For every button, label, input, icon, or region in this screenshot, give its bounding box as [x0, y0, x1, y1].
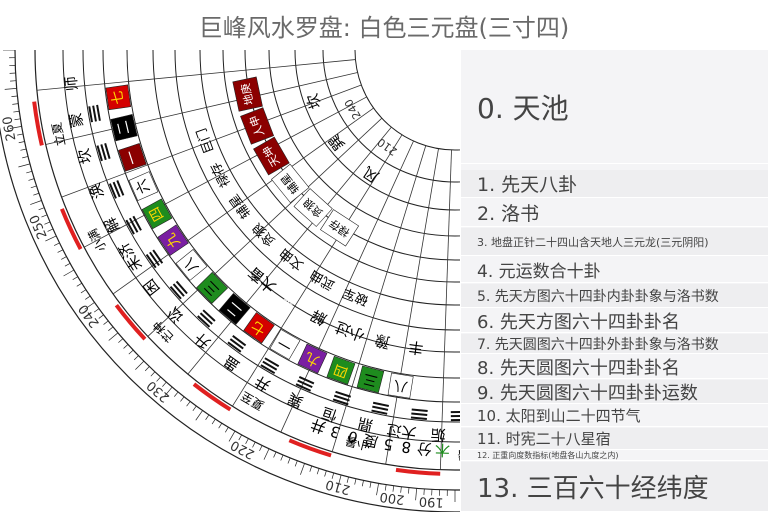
trigram-bar [450, 410, 460, 414]
luoshu-number: 八 [392, 377, 408, 395]
degree-label: 190 [419, 493, 445, 509]
trigram-bar [450, 418, 460, 422]
trigram-bar [450, 414, 460, 418]
menu-item-yuantu-yun[interactable]: 9. 先天圆图六十四卦卦运数 [461, 380, 768, 404]
compass-drawing: 260250240230220210200 190七二一六四九八三二七一九四三八地… [0, 50, 460, 512]
menu-item-fangtu-names[interactable]: 6. 先天方图六十四卦卦名 [461, 309, 768, 333]
hexagram-name: 丰 [407, 338, 424, 358]
solar-term: 大暑 [457, 447, 460, 462]
menu-item-xiantian-bagua[interactable]: 1. 先天八卦 [461, 170, 768, 198]
hexagram-name: 师 [62, 75, 81, 92]
layer-menu: 0. 天池 1. 先天八卦 2. 洛书 3. 地盘正针二十四山含天地人三元龙(三… [461, 50, 768, 512]
menu-item-yuanyun[interactable]: 4. 元运数合十卦 [461, 257, 768, 283]
menu-item-360-degrees[interactable]: 13. 三百六十经纬度 [461, 462, 768, 512]
menu-item-degree-index[interactable]: 12. 正重向度数指标(地盘各山九度之内) [461, 451, 768, 461]
menu-item-luoshu[interactable]: 2. 洛书 [461, 199, 768, 227]
luopan-compass[interactable]: 260 250 240 230 220 210 200 190 七二一六四九八三二七一九四三八地… [0, 50, 460, 512]
menu-item-mansions[interactable]: 11. 时宪二十八星宿 [461, 428, 768, 450]
menu-item-yuantu-names[interactable]: 8. 先天圆图六十四卦卦名 [461, 355, 768, 379]
mansion-label: 分 [416, 439, 432, 458]
menu-item-solar-terms[interactable]: 10. 太阳到山二十四节气 [461, 405, 768, 427]
page-title: 巨峰风水罗盘: 白色三元盘(三寸四) [198, 13, 570, 42]
menu-item-dipan-24[interactable]: 3. 地盘正针二十四山含天地人三元龙(三元阴阳) [461, 228, 768, 256]
luoshu-number: 七 [109, 89, 127, 105]
hexagram-name: 蒙 [66, 111, 86, 129]
menu-item-tianchi[interactable]: 0. 天池 [461, 50, 768, 164]
menu-item-fangtu-inner[interactable]: 5. 先天方图六十四卦内卦卦象与洛书数 [461, 284, 768, 308]
menu-item-yuantu-outer[interactable]: 7. 先天圆图六十四卦外卦卦象与洛书数 [461, 334, 768, 354]
mansion-label: 木 [435, 441, 451, 459]
